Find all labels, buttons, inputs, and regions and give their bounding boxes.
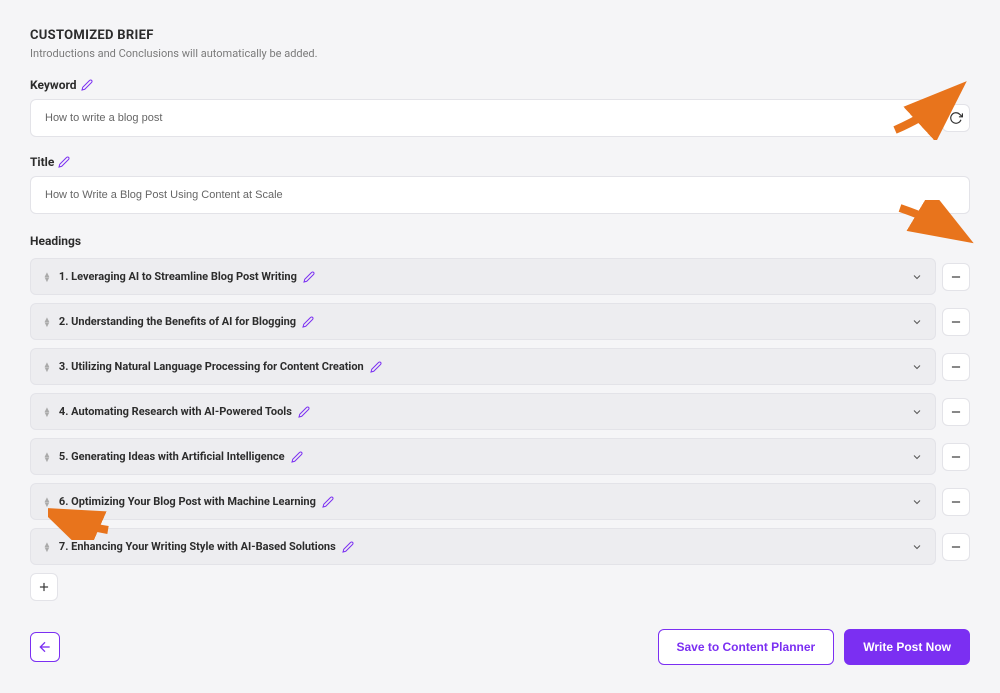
heading-row: ▲▼ 4. Automating Research with AI-Powered… (30, 393, 970, 430)
heading-text: 5. Generating Ideas with Artificial Inte… (59, 450, 903, 463)
chevron-down-icon[interactable] (911, 361, 923, 373)
heading-text: 2. Understanding the Benefits of AI for … (59, 315, 903, 328)
drag-handle-icon[interactable]: ▲▼ (43, 452, 51, 462)
chevron-down-icon[interactable] (911, 541, 923, 553)
heading-text: 6. Optimizing Your Blog Post with Machin… (59, 495, 903, 508)
chevron-down-icon[interactable] (911, 451, 923, 463)
drag-handle-icon[interactable]: ▲▼ (43, 542, 51, 552)
edit-icon[interactable] (298, 406, 310, 418)
heading-row: ▲▼ 2. Understanding the Benefits of AI fo… (30, 303, 970, 340)
edit-icon[interactable] (81, 79, 93, 91)
keyword-label-text: Keyword (30, 78, 77, 92)
plus-icon (37, 580, 51, 594)
edit-icon[interactable] (291, 451, 303, 463)
heading-text: 3. Utilizing Natural Language Processing… (59, 360, 903, 373)
remove-heading-button[interactable] (942, 398, 970, 426)
heading-item[interactable]: ▲▼ 1. Leveraging AI to Streamline Blog Po… (30, 258, 936, 295)
heading-row: ▲▼ 3. Utilizing Natural Language Processi… (30, 348, 970, 385)
drag-handle-icon[interactable]: ▲▼ (43, 272, 51, 282)
chevron-down-icon[interactable] (911, 496, 923, 508)
heading-row: ▲▼ 7. Enhancing Your Writing Style with A… (30, 528, 970, 565)
chevron-down-icon[interactable] (911, 406, 923, 418)
heading-item[interactable]: ▲▼ 6. Optimizing Your Blog Post with Mach… (30, 483, 936, 520)
title-label-text: Title (30, 155, 54, 169)
edit-icon[interactable] (342, 541, 354, 553)
edit-icon[interactable] (370, 361, 382, 373)
page-subtitle: Introductions and Conclusions will autom… (30, 47, 970, 60)
heading-item[interactable]: ▲▼ 7. Enhancing Your Writing Style with A… (30, 528, 936, 565)
heading-item[interactable]: ▲▼ 5. Generating Ideas with Artificial In… (30, 438, 936, 475)
drag-handle-icon[interactable]: ▲▼ (43, 362, 51, 372)
edit-icon[interactable] (58, 156, 70, 168)
heading-row: ▲▼ 6. Optimizing Your Blog Post with Mach… (30, 483, 970, 520)
title-label: Title (30, 155, 70, 169)
drag-handle-icon[interactable]: ▲▼ (43, 317, 51, 327)
keyword-label: Keyword (30, 78, 93, 92)
remove-heading-button[interactable] (942, 533, 970, 561)
heading-text: 1. Leveraging AI to Streamline Blog Post… (59, 270, 903, 283)
arrow-left-icon (37, 639, 53, 655)
page-title: CUSTOMIZED BRIEF (30, 28, 970, 43)
back-button[interactable] (30, 632, 60, 662)
remove-heading-button[interactable] (942, 263, 970, 291)
drag-handle-icon[interactable]: ▲▼ (43, 497, 51, 507)
footer: Save to Content Planner Write Post Now (30, 629, 970, 665)
heading-item[interactable]: ▲▼ 4. Automating Research with AI-Powered… (30, 393, 936, 430)
edit-icon[interactable] (322, 496, 334, 508)
headings-label: Headings (30, 234, 970, 248)
refresh-icon (949, 111, 963, 125)
heading-row: ▲▼ 1. Leveraging AI to Streamline Blog Po… (30, 258, 970, 295)
edit-icon[interactable] (302, 316, 314, 328)
heading-text: 7. Enhancing Your Writing Style with AI-… (59, 540, 903, 553)
title-input[interactable] (30, 176, 970, 214)
refresh-button[interactable] (942, 104, 970, 132)
chevron-down-icon[interactable] (911, 271, 923, 283)
keyword-input[interactable] (30, 99, 936, 137)
remove-heading-button[interactable] (942, 353, 970, 381)
heading-text: 4. Automating Research with AI-Powered T… (59, 405, 903, 418)
chevron-down-icon[interactable] (911, 316, 923, 328)
heading-item[interactable]: ▲▼ 3. Utilizing Natural Language Processi… (30, 348, 936, 385)
title-block: Title (30, 155, 970, 214)
save-to-planner-button[interactable]: Save to Content Planner (658, 629, 835, 665)
heading-row: ▲▼ 5. Generating Ideas with Artificial In… (30, 438, 970, 475)
page-container: CUSTOMIZED BRIEF Introductions and Concl… (30, 28, 970, 665)
drag-handle-icon[interactable]: ▲▼ (43, 407, 51, 417)
remove-heading-button[interactable] (942, 308, 970, 336)
write-post-button[interactable]: Write Post Now (844, 629, 970, 665)
remove-heading-button[interactable] (942, 488, 970, 516)
keyword-block: Keyword (30, 78, 970, 137)
heading-item[interactable]: ▲▼ 2. Understanding the Benefits of AI fo… (30, 303, 936, 340)
remove-heading-button[interactable] (942, 443, 970, 471)
edit-icon[interactable] (303, 271, 315, 283)
headings-list: ▲▼ 1. Leveraging AI to Streamline Blog Po… (30, 258, 970, 565)
